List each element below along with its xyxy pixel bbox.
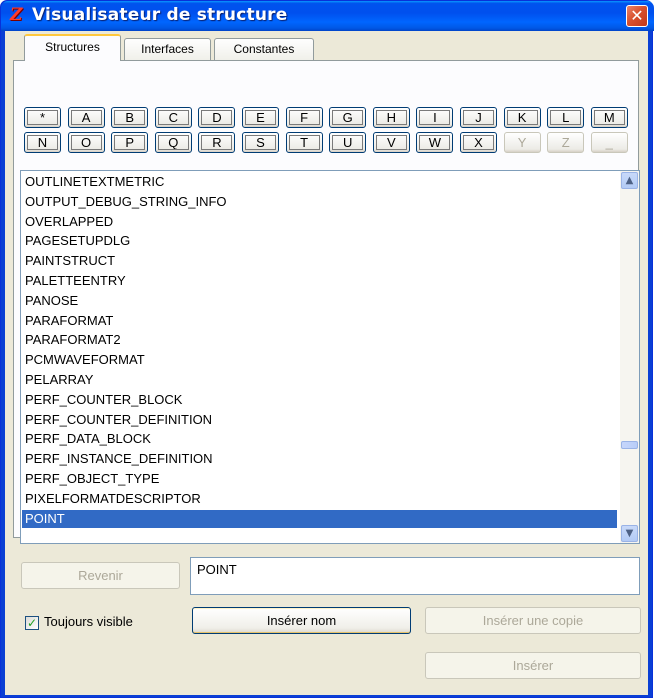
list-item[interactable]: PARAFORMAT [22,312,617,330]
list-item[interactable]: POINT [22,509,617,528]
chevron-down-icon: ▼ [625,528,634,539]
letter-button[interactable]: E [242,107,279,128]
letter-button[interactable]: I [416,107,454,128]
letter-button[interactable]: B [111,107,149,128]
letter-button[interactable]: O [67,132,105,153]
letter-button[interactable]: T [285,132,323,153]
chevron-up-icon: ▲ [625,175,634,186]
letter-button[interactable]: Q [154,132,192,153]
list-item[interactable]: PERF_COUNTER_BLOCK [22,391,617,409]
list-item[interactable]: PAGESETUPDLG [22,232,617,250]
tab-interfaces-label: Interfaces [141,42,194,56]
letter-button[interactable]: H [372,107,410,128]
letter-button[interactable]: Y [503,132,541,153]
list-item[interactable]: OUTLINETEXTMETRIC [22,173,617,191]
list-item[interactable]: OVERLAPPED [22,213,617,231]
letter-button[interactable]: _ [590,132,628,153]
close-button[interactable]: ✕ [626,5,648,27]
letter-button[interactable]: D [198,107,236,128]
tab-interfaces[interactable]: Interfaces [124,38,211,60]
tab-constantes[interactable]: Constantes [214,38,314,60]
letter-button[interactable]: U [329,132,367,153]
letter-button[interactable]: S [242,132,279,153]
letter-button[interactable]: G [329,107,367,128]
scroll-thumb[interactable] [621,441,638,449]
list-item[interactable]: PAINTSTRUCT [22,252,617,270]
list-item[interactable]: PARAFORMAT2 [22,331,617,349]
close-icon: ✕ [630,6,644,25]
letter-button[interactable]: W [416,132,454,153]
letter-button[interactable]: X [460,132,497,153]
revenir-button[interactable]: Revenir [21,562,180,589]
inserer-button[interactable]: Insérer [425,652,641,679]
always-visible-checkbox[interactable]: ✓ [25,616,39,630]
list-item[interactable]: PERF_INSTANCE_DEFINITION [22,450,617,468]
scroll-up-button[interactable]: ▲ [621,172,638,189]
letter-button[interactable]: R [198,132,236,153]
list-item[interactable]: OUTPUT_DEBUG_STRING_INFO [22,193,617,211]
list-item[interactable]: PANOSE [22,292,617,310]
letter-button[interactable]: A [67,107,105,128]
title-bar[interactable]: Z Visualisateur de structure ✕ [1,1,654,31]
list-item[interactable]: PIXELFORMATDESCRIPTOR [22,490,617,508]
scroll-down-button[interactable]: ▼ [621,525,638,542]
letter-button[interactable]: J [460,107,497,128]
letter-button[interactable]: C [154,107,192,128]
app-icon: Z [10,5,23,25]
letter-button[interactable]: L [547,107,585,128]
tab-structures-label: Structures [45,40,100,54]
letter-button[interactable]: N [24,132,61,153]
structure-name-field[interactable]: POINT [190,557,640,595]
inserer-copie-button[interactable]: Insérer une copie [425,607,641,634]
letter-button[interactable]: M [590,107,628,128]
letter-button[interactable]: K [503,107,541,128]
list-item[interactable]: PALETTEENTRY [22,272,617,290]
structure-list[interactable]: OUTLINETEXTMETRIC OUTPUT_DEBUG_STRING_INF… [20,170,640,544]
inserer-nom-button[interactable]: Insérer nom [192,607,411,634]
tab-structures[interactable]: Structures [24,34,121,61]
tab-constantes-label: Constantes [233,42,295,56]
always-visible-label[interactable]: Toujours visible [44,614,133,629]
list-item[interactable]: PERF_OBJECT_TYPE [22,470,617,488]
letter-button[interactable]: P [111,132,149,153]
list-item[interactable]: PERF_COUNTER_DEFINITION [22,411,617,429]
letter-button[interactable]: * [24,107,61,128]
letter-button[interactable]: F [285,107,323,128]
letter-button[interactable]: V [372,132,410,153]
letter-button[interactable]: Z [547,132,585,153]
list-item[interactable]: PERF_DATA_BLOCK [22,430,617,448]
window-title: Visualisateur de structure [32,5,288,25]
list-scrollbar[interactable]: ▲ ▼ [620,171,639,543]
list-item[interactable]: PCMWAVEFORMAT [22,351,617,369]
list-item[interactable]: PELARRAY [22,371,617,389]
check-icon: ✓ [26,616,38,630]
